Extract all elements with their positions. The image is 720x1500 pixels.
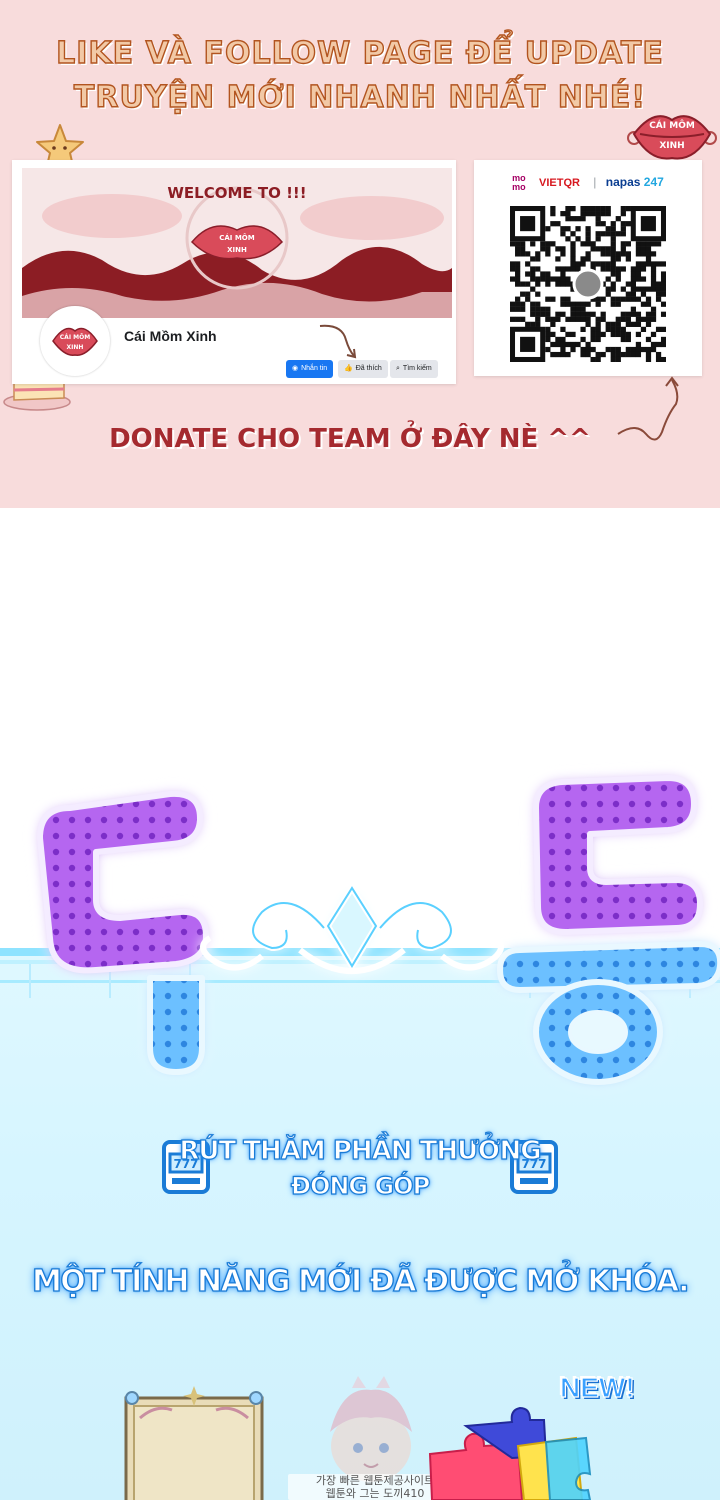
facebook-page-card[interactable]: WELCOME TO !!! CÁI MÔM XINH CÁI MÔM XINH… <box>12 160 456 384</box>
avatar-text-1: CÁI MÔM <box>60 334 90 341</box>
promo-headline-line2: TRUYỆN MỚI NHANH NHẤT NHÉ! <box>73 79 647 115</box>
search-button[interactable]: ⌕ Tìm kiếm <box>390 360 438 378</box>
avatar-text-2: XINH <box>67 344 84 351</box>
facebook-cover-image: WELCOME TO !!! CÁI MÔM XINH <box>22 168 452 318</box>
promo-banner: LIKE VÀ FOLLOW PAGE ĐỂ UPDATE TRUYỆN MỚI… <box>0 0 720 508</box>
ornate-card-frame <box>124 1386 264 1500</box>
messenger-icon: ◉ <box>292 365 299 372</box>
title-artwork <box>0 775 720 1085</box>
cover-illustration: WELCOME TO !!! CÁI MÔM XINH <box>22 168 452 318</box>
unlock-message: MỘT TÍNH NĂNG MỚI ĐÃ ĐƯỢC MỞ KHÓA. <box>31 1263 690 1299</box>
qr-code[interactable] <box>510 206 666 362</box>
avatar-lips-icon: CÁI MÔM XINH <box>52 327 98 356</box>
cover-welcome-text: WELCOME TO !!! <box>167 184 306 202</box>
logo-separator: | <box>593 175 597 190</box>
title-glyph-left <box>37 790 209 1075</box>
momo-logo: mo mo <box>512 173 526 192</box>
facebook-page-name[interactable]: Cái Mồm Xinh <box>124 328 217 344</box>
vietqr-logo: VIETQR <box>539 177 580 190</box>
curly-arrow-icon <box>319 324 357 359</box>
lips-badge-icon: CÁI MÔM XINH <box>627 115 717 160</box>
puzzle-icon <box>428 1406 592 1500</box>
new-badge: NEW! <box>559 1371 635 1403</box>
cover-badge-text-2: XINH <box>227 246 247 254</box>
reward-title-line1: RÚT THĂM PHẦN THƯỞNG <box>179 1135 542 1166</box>
lips-badge-text-1: CÁI MÔM <box>649 119 695 131</box>
title-glyph-right <box>496 775 720 1085</box>
napas-logo: napas 247 <box>605 175 664 190</box>
comic-panel: 777 777 RÚT THĂM PHẦN THƯỞNG ĐÓNG GÓP MỘ… <box>0 508 720 1500</box>
donate-text: DONATE CHO TEAM Ở ĐÂY NÈ ^^ <box>109 424 591 454</box>
reward-title-line2: ĐÓNG GÓP <box>290 1171 431 1200</box>
lips-badge-text-2: XINH <box>659 141 684 151</box>
liked-button-label: Đã thích <box>355 365 382 372</box>
center-ornament <box>200 882 504 974</box>
cover-badge-text-1: CÁI MÔM <box>219 233 255 242</box>
message-button-label: Nhắn tin <box>301 365 328 372</box>
liked-button[interactable]: 👍 Đã thích <box>338 360 388 378</box>
search-icon: ⌕ <box>396 365 400 372</box>
search-button-label: Tìm kiếm <box>402 365 432 372</box>
thumbs-up-icon: 👍 <box>344 365 353 372</box>
promo-headline-line1: LIKE VÀ FOLLOW PAGE ĐỂ UPDATE <box>55 35 664 71</box>
payment-logos: mo mo VIETQR | napas 247 <box>474 174 702 192</box>
facebook-page-avatar[interactable]: CÁI MÔM XINH <box>40 306 110 376</box>
message-button[interactable]: ◉ Nhắn tin <box>286 360 334 378</box>
donation-qr-card[interactable]: mo mo VIETQR | napas 247 <box>474 160 702 376</box>
